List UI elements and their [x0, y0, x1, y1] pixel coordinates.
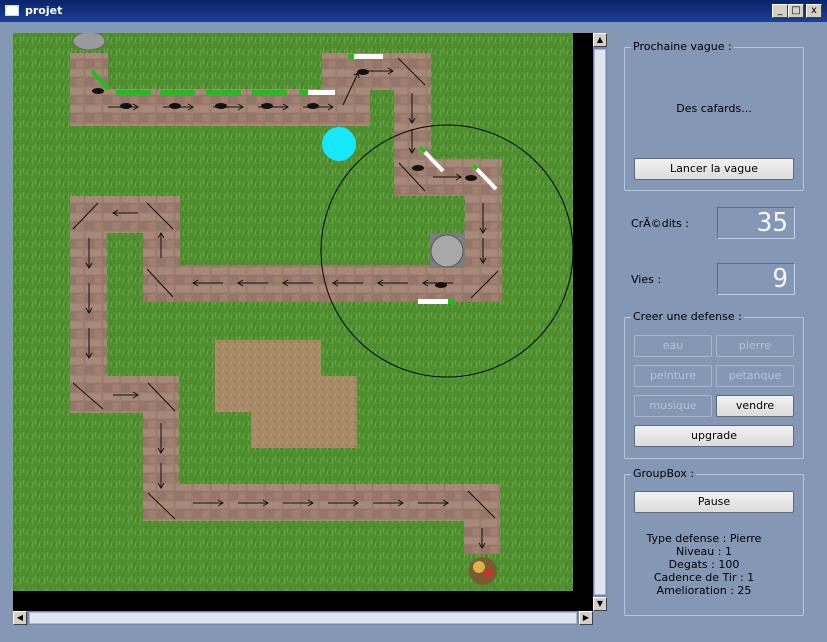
- water-tower: [322, 127, 356, 161]
- launch-wave-button[interactable]: Lancer la vague: [634, 158, 794, 180]
- close-button[interactable]: x: [806, 4, 822, 18]
- defense-level: Niveau : 1: [676, 545, 732, 558]
- game-map[interactable]: [13, 31, 593, 611]
- groupbox-legend: GroupBox :: [631, 467, 697, 480]
- credits-display: 35: [717, 207, 795, 239]
- scroll-down-button[interactable]: ▼: [593, 597, 607, 611]
- rock: [72, 31, 106, 51]
- horizontal-scrollbar[interactable]: ◀ ▶: [13, 611, 593, 625]
- scroll-right-button[interactable]: ▶: [579, 611, 593, 625]
- pierre-button[interactable]: pierre: [716, 335, 794, 357]
- next-wave-legend: Prochaine vague :: [631, 40, 734, 53]
- musique-button[interactable]: musique: [634, 395, 712, 417]
- scroll-up-button[interactable]: ▲: [593, 33, 607, 47]
- title-bar: projet _ □ x: [0, 0, 827, 22]
- eau-button[interactable]: eau: [634, 335, 712, 357]
- vendre-button[interactable]: vendre: [716, 395, 794, 417]
- vertical-scrollbar[interactable]: ▲ ▼: [593, 33, 607, 611]
- peinture-button[interactable]: peinture: [634, 365, 712, 387]
- defense-upgrade-cost: Amelioration : 25: [656, 584, 752, 597]
- scroll-left-button[interactable]: ◀: [13, 611, 27, 625]
- window-title: projet: [25, 4, 63, 17]
- defense-rate: Cadence de Tir : 1: [653, 571, 755, 584]
- defense-damage: Degats : 100: [668, 558, 740, 571]
- credits-label: CrÃ©dits :: [631, 217, 690, 230]
- minimize-button[interactable]: _: [772, 4, 788, 18]
- maximize-button[interactable]: □: [788, 4, 804, 18]
- upgrade-button[interactable]: upgrade: [634, 425, 794, 447]
- wave-description: Des cafards...: [676, 102, 752, 115]
- petanque-button[interactable]: petanque: [716, 365, 794, 387]
- app-icon: [5, 5, 19, 16]
- create-defense-legend: Creer une defense :: [631, 310, 744, 323]
- game-board[interactable]: [13, 31, 593, 611]
- stone-tower: [430, 234, 464, 268]
- horizontal-scroll-thumb[interactable]: [29, 612, 577, 624]
- lives-display: 9: [717, 263, 795, 295]
- vertical-scroll-thumb[interactable]: [594, 49, 606, 595]
- app-window: projet _ □ x ▲ ▼ ◀ ▶ Prochaine vague: D…: [0, 0, 827, 642]
- defense-type: Type defense : Pierre: [646, 532, 762, 545]
- pause-button[interactable]: Pause: [634, 491, 794, 513]
- lives-label: Vies :: [631, 273, 662, 286]
